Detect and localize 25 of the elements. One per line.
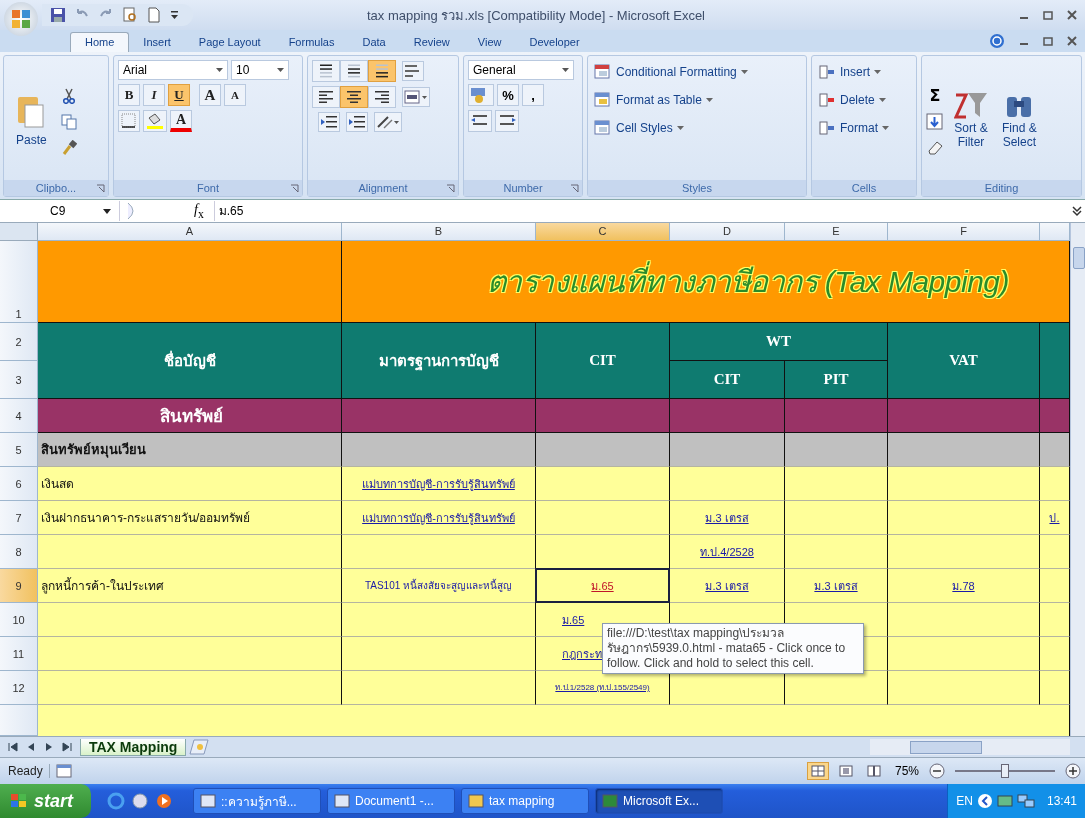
column-heading: PIT <box>823 371 849 388</box>
group-label: Cells <box>851 182 877 194</box>
cell-text: TAS101 หนี้สงสัยจะสูญและหนี้สูญ <box>364 578 513 593</box>
sheet-title: ตารางแผนที่ทางภาษีอากร (Tax Mapping) <box>486 258 1009 305</box>
group-label: Number <box>503 182 543 194</box>
column-heading: CIT <box>589 352 616 369</box>
column-heading: CIT <box>713 371 741 388</box>
status-text: Ready <box>8 764 50 778</box>
group-label: Clipbo... <box>35 182 77 194</box>
group-label: Font <box>197 182 219 194</box>
cell-text: สินทรัพย์หมุนเวียน <box>41 441 146 460</box>
group-label: Editing <box>984 182 1019 194</box>
cell-text: เงินสด <box>41 476 74 493</box>
column-heading: WT <box>766 333 791 350</box>
column-heading: VAT <box>949 352 978 369</box>
clock: 13:41 <box>1046 794 1077 808</box>
cell-text: สินทรัพย์ <box>159 405 223 428</box>
group-label: Styles <box>682 182 712 194</box>
column-heading: มาตรฐานการบัญชี <box>378 351 499 373</box>
group-label: Alignment <box>358 182 408 194</box>
window-title: tax mapping รวม.xls [Compatibility Mode] - Microsoft Excel <box>366 6 706 25</box>
column-heading: ชื่อบัญชี <box>163 349 216 372</box>
cell-text: ลูกหนี้การค้า-ในประเทศ <box>41 576 164 595</box>
hyperlink-tooltip: file:///D:\test\tax mapping\ประมวลรัษฎากร\5939.0.html - mata65 - Click once to follow. Click and hold to select this cell. <box>602 623 864 674</box>
cell-text: เงินฝากธนาคาร-กระแสรายวัน/ออมทรัพย์ <box>41 510 251 527</box>
